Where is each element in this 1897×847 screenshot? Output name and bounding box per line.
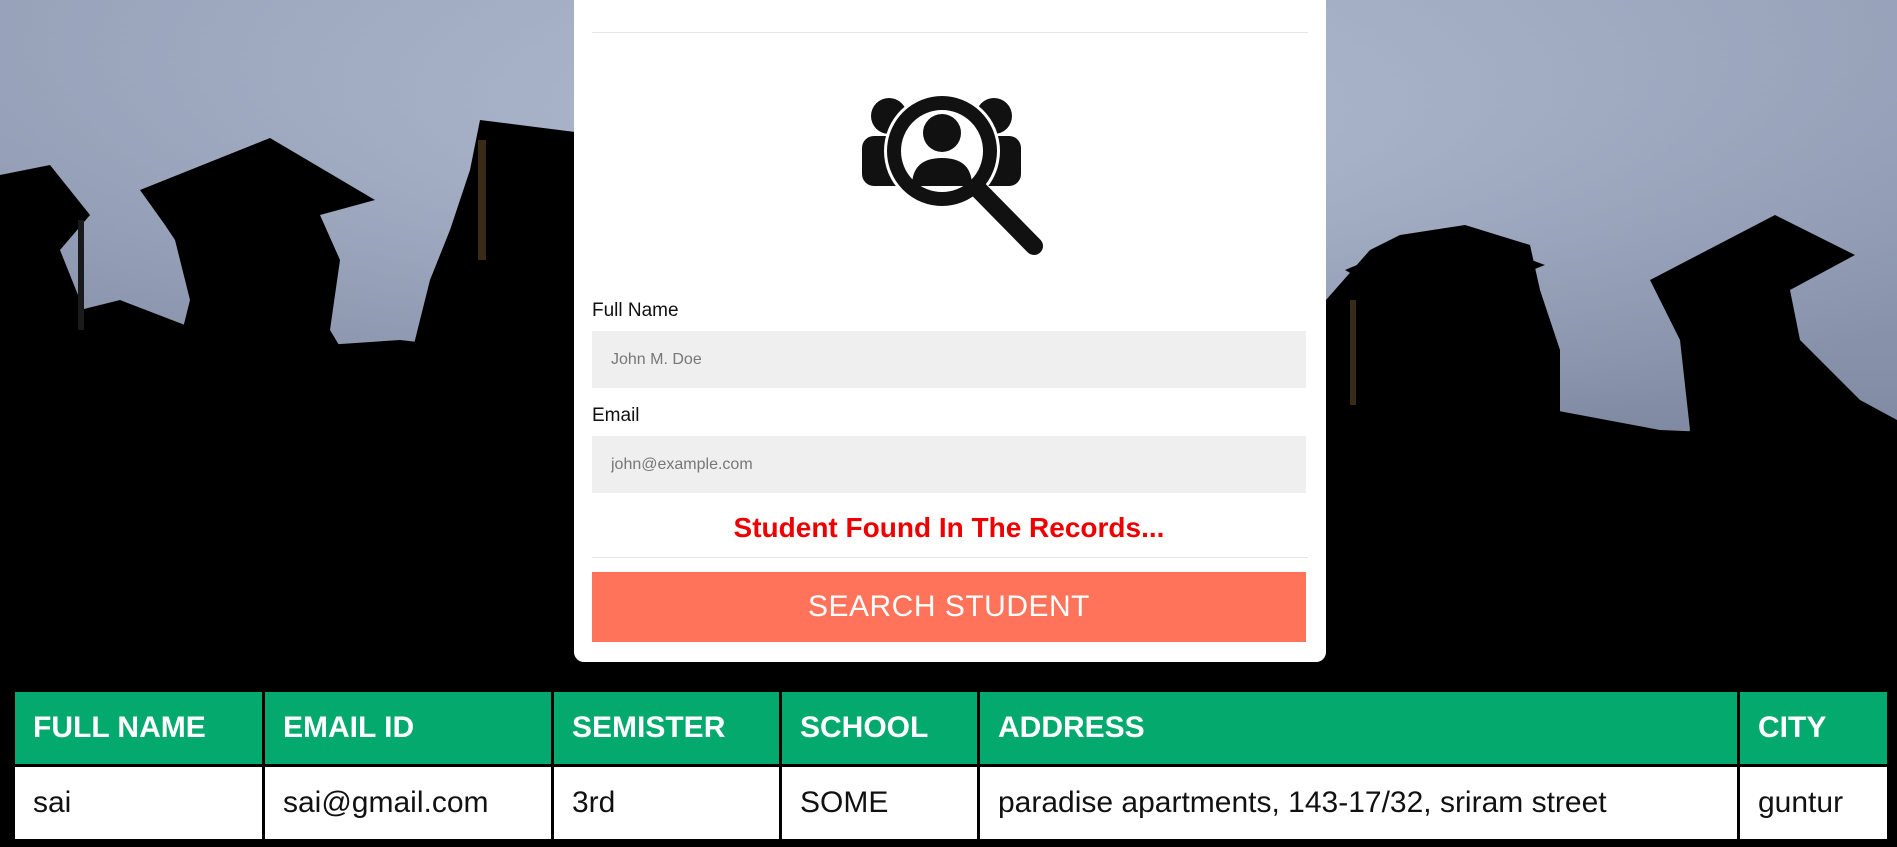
- form-divider: [592, 557, 1308, 558]
- header-email-id: EMAIL ID: [262, 689, 554, 767]
- header-full-name: FULL NAME: [12, 689, 265, 767]
- full-name-input[interactable]: [592, 331, 1306, 388]
- header-school: SCHOOL: [779, 689, 980, 767]
- cell-full-name: sai: [12, 764, 265, 842]
- cell-address: paradise apartments, 143-17/32, sriram s…: [977, 764, 1740, 842]
- cell-semister: 3rd: [551, 764, 782, 842]
- search-student-button[interactable]: SEARCH STUDENT: [592, 572, 1306, 642]
- email-label: Email: [592, 405, 640, 426]
- cell-email-id: sai@gmail.com: [262, 764, 554, 842]
- table-header-row: FULL NAME EMAIL ID SEMISTER SCHOOL ADDRE…: [12, 689, 1890, 767]
- cell-city: guntur: [1737, 764, 1890, 842]
- status-message: Student Found In The Records...: [733, 512, 1165, 543]
- cell-school: SOME: [779, 764, 980, 842]
- header-address: ADDRESS: [977, 689, 1740, 767]
- email-input[interactable]: [592, 436, 1306, 493]
- search-form-card: Full Name Email Student Found In The Rec…: [574, 0, 1326, 662]
- student-search-icon: [854, 86, 1054, 256]
- table-row: sai sai@gmail.com 3rd SOME paradise apar…: [12, 764, 1890, 842]
- full-name-label: Full Name: [592, 300, 679, 321]
- results-table: FULL NAME EMAIL ID SEMISTER SCHOOL ADDRE…: [12, 689, 1890, 842]
- header-semister: SEMISTER: [551, 689, 782, 767]
- results-table-container: FULL NAME EMAIL ID SEMISTER SCHOOL ADDRE…: [12, 689, 1890, 842]
- header-city: CITY: [1737, 689, 1890, 767]
- top-divider: [592, 32, 1308, 33]
